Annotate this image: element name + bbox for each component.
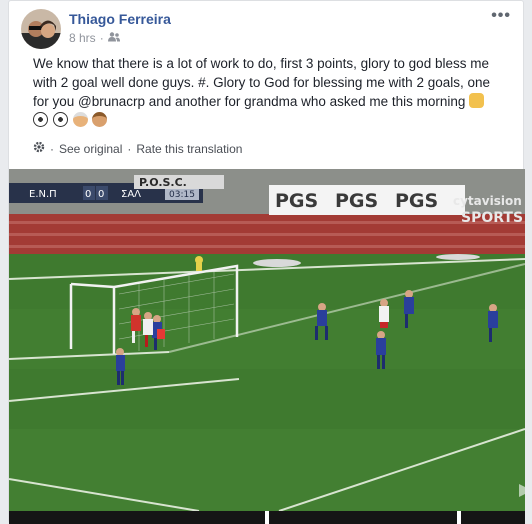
old-man-emoji [72,112,88,127]
dot-separator: · [127,141,132,156]
meta-separator: · [99,31,104,45]
praying-hands-emoji [469,93,485,108]
thumbnail-divider [265,511,269,524]
scoreboard-away: ΣΑΛ [121,189,141,200]
rate-translation-link[interactable]: Rate this translation [136,142,242,156]
dot-separator: · [50,141,54,156]
friends-icon[interactable] [107,31,120,45]
scoreboard-home-score: 0 [85,189,91,200]
soccer-ball-emoji [52,112,68,127]
scoreboard-away-score: 0 [98,189,104,200]
post-time[interactable]: 8 hrs [69,31,96,45]
scoreboard-home: Ε.Ν.Π [29,189,57,200]
soccer-ball-emoji [33,112,48,127]
translation-bar: · See original · Rate this translation [33,141,242,156]
ad-board-pgs-2: PGS [335,190,378,212]
author-name[interactable]: Thiago Ferreira [69,11,171,27]
post-meta: 8 hrs · [69,31,120,45]
more-options-button[interactable]: ••• [491,7,511,25]
stadium-sign: P.O.S.C. [139,176,187,189]
ad-board-pgs-3: PGS [395,190,438,212]
old-woman-emoji [92,112,108,127]
post-text-body: We know that there is a lot of work to d… [33,56,490,109]
post-card: Thiago Ferreira 8 hrs · ••• We know that… [8,0,525,524]
broadcaster-logo-line1: cytavision [453,194,522,208]
video-thumbnail-strip[interactable] [9,511,525,524]
see-original-link[interactable]: See original [59,142,122,156]
ad-board-pgs-1: PGS [275,190,318,212]
post-video[interactable]: Ε.Ν.Π 0 0 ΣΑΛ 03:15 P.O.S.C. PGS PGS PGS… [9,169,525,511]
avatar[interactable] [21,9,61,49]
thumbnail-divider [457,511,461,524]
post-text: We know that there is a lot of work to d… [33,54,507,130]
gear-icon[interactable] [33,141,45,156]
post-header: Thiago Ferreira 8 hrs · ••• [21,7,511,51]
broadcaster-logo-line2: SPORTS [461,210,523,226]
scoreboard-clock: 03:15 [169,190,195,200]
